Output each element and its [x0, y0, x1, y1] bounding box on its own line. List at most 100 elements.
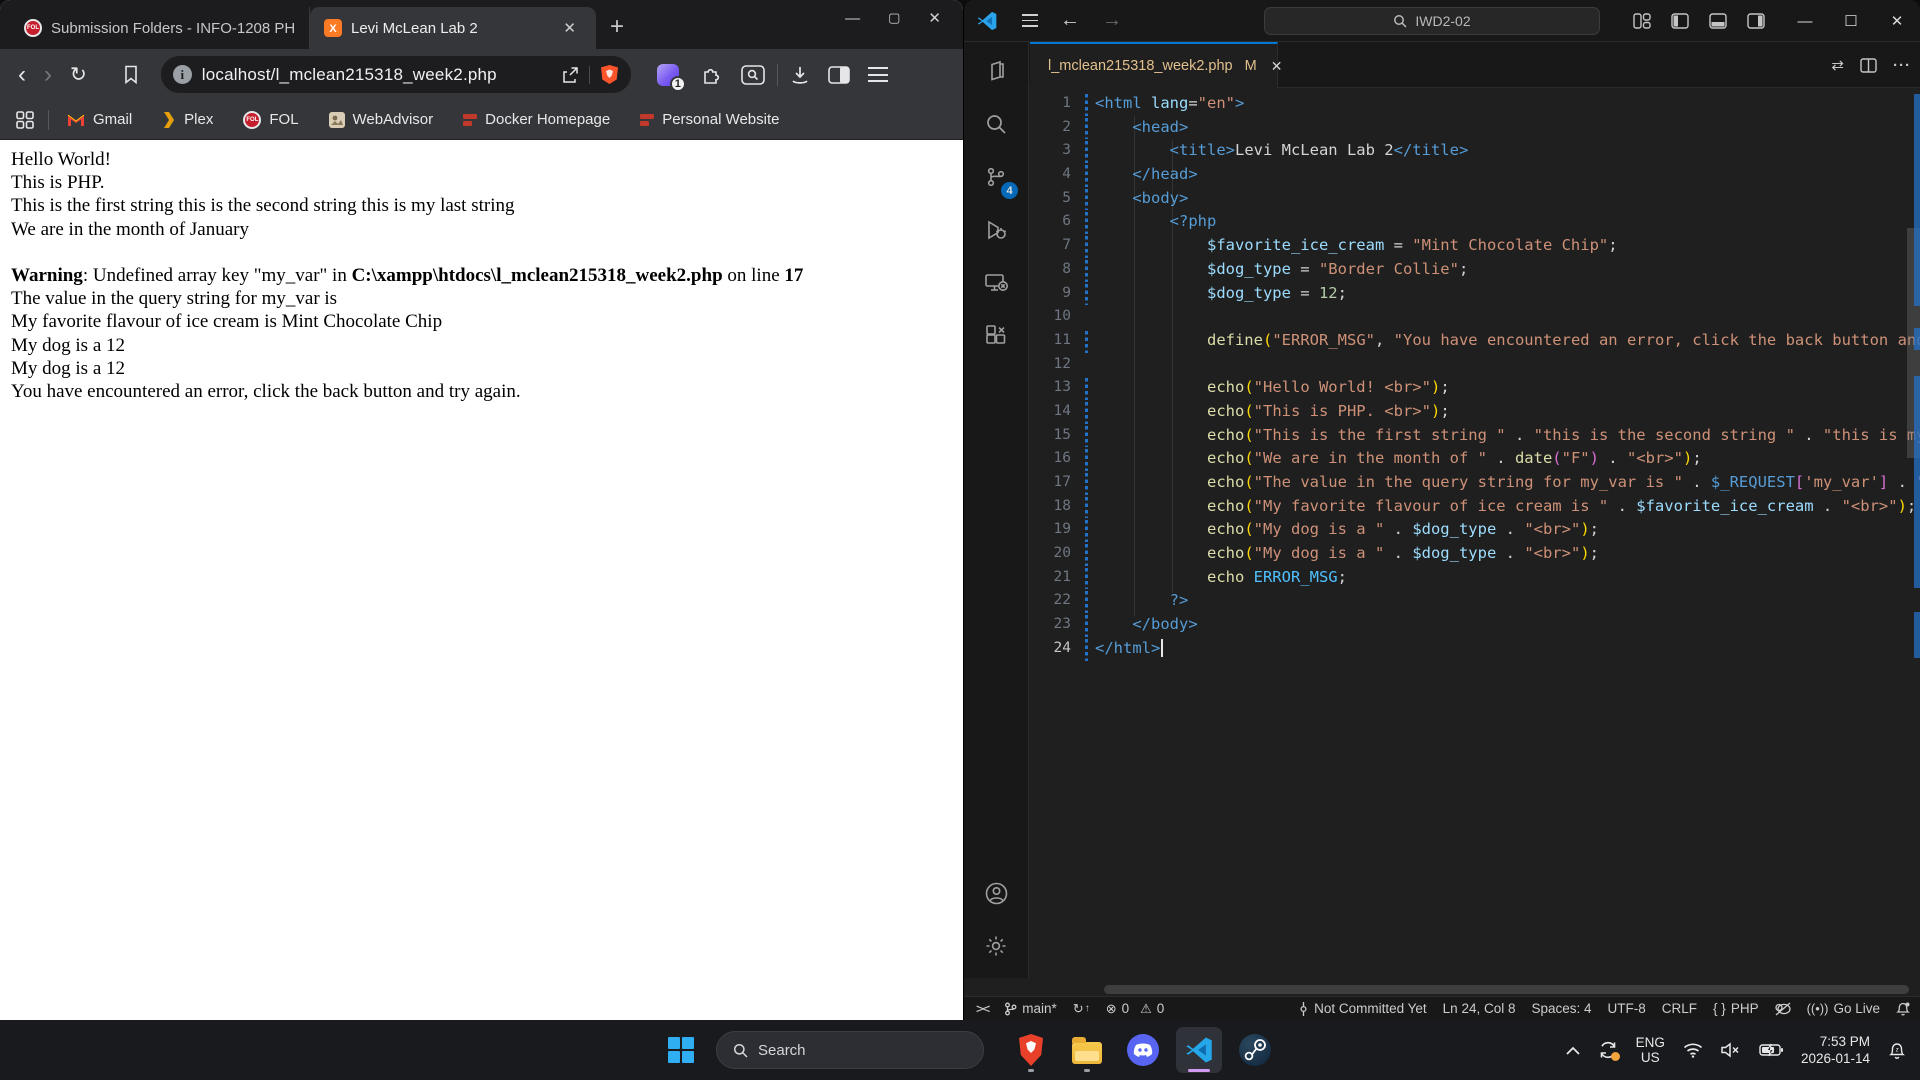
start-button[interactable]	[668, 1037, 694, 1063]
toggle-secondary-sidebar-icon[interactable]	[1747, 13, 1765, 29]
encoding-item[interactable]: UTF-8	[1608, 1001, 1646, 1016]
vscode-menu-icon[interactable]	[1022, 14, 1038, 27]
code-line-8[interactable]: 8 $dog_type = "Border Collie";	[1029, 258, 1920, 282]
code-line-23[interactable]: 23 </body>	[1029, 613, 1920, 637]
notifications-bell-icon[interactable]	[1896, 1001, 1910, 1016]
site-info-icon[interactable]: i	[173, 65, 192, 84]
code-line-1[interactable]: 1<html lang="en">	[1029, 92, 1920, 116]
toggle-panel-icon[interactable]	[1709, 13, 1727, 29]
code-line-9[interactable]: 9 $dog_type = 12;	[1029, 282, 1920, 306]
bookmark-icon[interactable]	[123, 65, 139, 85]
url-bar[interactable]: i localhost/l_mclean215318_week2.php	[161, 56, 631, 93]
open-changes-icon[interactable]: ⇄	[1831, 56, 1844, 74]
taskbar-steam-icon[interactable]	[1232, 1027, 1278, 1073]
eol-item[interactable]: CRLF	[1662, 1001, 1697, 1016]
indentation-item[interactable]: Spaces: 4	[1531, 1001, 1591, 1016]
split-editor-icon[interactable]	[1860, 58, 1877, 73]
back-icon[interactable]: ‹	[18, 61, 26, 89]
apps-grid-icon[interactable]	[16, 111, 34, 129]
accounts-icon[interactable]	[972, 869, 1020, 917]
code-line-24[interactable]: 24</html>	[1029, 637, 1920, 661]
tray-chevron-up-icon[interactable]	[1566, 1046, 1580, 1055]
remote-explorer-icon[interactable]	[972, 259, 1020, 307]
code-line-22[interactable]: 22 ?>	[1029, 589, 1920, 613]
new-tab-button[interactable]: +	[610, 13, 624, 41]
code-line-11[interactable]: 11 define("ERROR_MSG", "You have encount…	[1029, 329, 1920, 353]
code-line-16[interactable]: 16 echo("We are in the month of " . date…	[1029, 447, 1920, 471]
battery-charging-icon[interactable]	[1759, 1043, 1783, 1057]
code-line-18[interactable]: 18 echo("My favorite flavour of ice crea…	[1029, 495, 1920, 519]
more-actions-icon[interactable]: ···	[1893, 57, 1911, 74]
browser-minimize-button[interactable]: —	[845, 10, 860, 27]
onedrive-sync-icon[interactable]	[1598, 1040, 1618, 1060]
taskbar-brave-icon[interactable]	[1008, 1027, 1054, 1073]
code-line-20[interactable]: 20 echo("My dog is a " . $dog_type . "<b…	[1029, 542, 1920, 566]
command-center-search[interactable]: IWD2-02	[1264, 7, 1600, 35]
leo-ai-icon[interactable]: 1	[657, 64, 679, 86]
search-window-icon[interactable]	[741, 65, 765, 85]
browser-close-button[interactable]: ✕	[928, 9, 941, 27]
sidebar-toggle-icon[interactable]	[828, 66, 850, 84]
source-control-icon[interactable]: 4	[972, 153, 1020, 201]
tray-language-indicator[interactable]: ENGUS	[1636, 1035, 1665, 1065]
brave-shield-icon[interactable]	[600, 64, 619, 85]
extensions-puzzle-icon[interactable]	[701, 64, 723, 86]
code-line-15[interactable]: 15 echo("This is the first string " . "t…	[1029, 424, 1920, 448]
vscode-minimize-button[interactable]: —	[1782, 13, 1828, 30]
bookmark-fol[interactable]: FOL FOL	[243, 111, 298, 129]
php-elephant-disabled-icon[interactable]	[1775, 1002, 1791, 1016]
tray-clock[interactable]: 7:53 PM2026-01-14	[1801, 1033, 1870, 1067]
browser-maximize-button[interactable]: ▢	[888, 10, 900, 26]
share-icon[interactable]	[561, 66, 579, 84]
code-line-2[interactable]: 2 <head>	[1029, 116, 1920, 140]
go-live-item[interactable]: ((•))Go Live	[1807, 1001, 1880, 1016]
bookmark-webadvisor[interactable]: WebAdvisor	[329, 111, 434, 128]
code-line-6[interactable]: 6 <?php	[1029, 210, 1920, 234]
url-text[interactable]: localhost/l_mclean215318_week2.php	[202, 65, 551, 85]
code-line-10[interactable]: 10	[1029, 305, 1920, 329]
browser-menu-icon[interactable]	[868, 67, 888, 82]
code-line-13[interactable]: 13 echo("Hello World! <br>");	[1029, 376, 1920, 400]
horizontal-scrollbar[interactable]	[1104, 985, 1909, 994]
bookmark-plex[interactable]: Plex	[162, 111, 213, 128]
browser-tab-levi-mclean-lab-2[interactable]: X Levi McLean Lab 2 ✕	[310, 7, 596, 49]
code-line-12[interactable]: 12	[1029, 353, 1920, 377]
bookmark-gmail[interactable]: Gmail	[67, 111, 132, 128]
vscode-close-button[interactable]: ✕	[1874, 12, 1920, 30]
code-line-19[interactable]: 19 echo("My dog is a " . $dog_type . "<b…	[1029, 518, 1920, 542]
language-mode-item[interactable]: { }PHP	[1713, 1001, 1759, 1016]
code-line-4[interactable]: 4 </head>	[1029, 163, 1920, 187]
search-icon[interactable]	[972, 100, 1020, 148]
explorer-icon[interactable]	[972, 47, 1020, 95]
git-branch-item[interactable]: main*	[1004, 1001, 1057, 1016]
reload-icon[interactable]: ↻	[70, 62, 87, 87]
code-line-5[interactable]: 5 <body>	[1029, 187, 1920, 211]
code-line-3[interactable]: 3 <title>Levi McLean Lab 2</title>	[1029, 139, 1920, 163]
tab-close-icon[interactable]: ✕	[557, 17, 582, 39]
code-line-17[interactable]: 17 echo("The value in the query string f…	[1029, 471, 1920, 495]
customize-layout-icon[interactable]	[1633, 13, 1651, 29]
taskbar-search[interactable]: Search	[716, 1031, 984, 1069]
editor-tab-php-file[interactable]: l_mclean215318_week2.php M ✕	[1030, 42, 1278, 88]
cursor-position-item[interactable]: Ln 24, Col 8	[1443, 1001, 1516, 1016]
sync-changes-item[interactable]: ↻↑	[1073, 1001, 1090, 1017]
code-editor[interactable]: 1<html lang="en">2 <head>3 <title>Levi M…	[1029, 88, 1920, 996]
wifi-icon[interactable]	[1683, 1042, 1703, 1058]
code-line-7[interactable]: 7 $favorite_ice_cream = "Mint Chocolate …	[1029, 234, 1920, 258]
extensions-icon[interactable]	[972, 312, 1020, 360]
commit-status-item[interactable]: Not Committed Yet	[1298, 1001, 1427, 1016]
problems-item[interactable]: ⊗0 ⚠0	[1106, 1001, 1165, 1017]
bookmark-personal-website[interactable]: Personal Website	[640, 111, 779, 128]
taskbar-vscode-icon[interactable]	[1176, 1027, 1222, 1073]
browser-tab-submission-folders[interactable]: FOL Submission Folders - INFO-1208 PHP	[10, 7, 310, 49]
volume-muted-icon[interactable]	[1721, 1042, 1741, 1058]
taskbar-discord-icon[interactable]	[1120, 1027, 1166, 1073]
downloads-icon[interactable]	[790, 65, 810, 85]
forward-icon[interactable]: ›	[44, 61, 52, 89]
toggle-sidebar-icon[interactable]	[1671, 13, 1689, 29]
taskbar-file-explorer-icon[interactable]	[1064, 1027, 1110, 1073]
nav-forward-icon[interactable]: →	[1102, 9, 1122, 32]
code-line-14[interactable]: 14 echo("This is PHP. <br>");	[1029, 400, 1920, 424]
remote-indicator[interactable]: ><	[976, 1001, 988, 1017]
settings-gear-icon[interactable]	[972, 922, 1020, 970]
